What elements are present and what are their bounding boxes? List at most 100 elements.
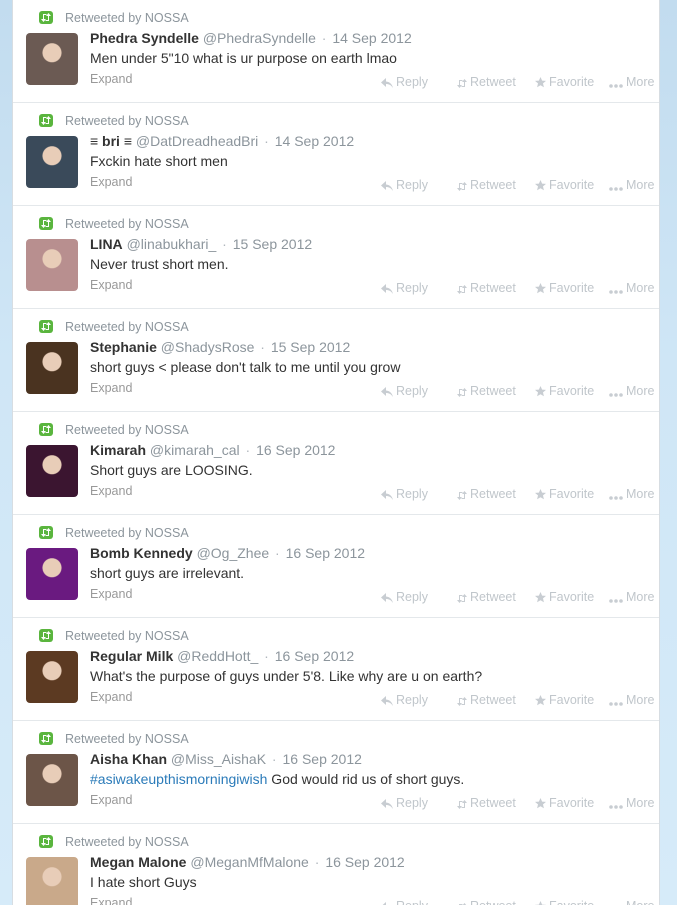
more-button[interactable]: More — [609, 487, 654, 501]
retweet-button[interactable]: Retweet — [457, 590, 516, 604]
favorite-button[interactable]: Favorite — [535, 75, 594, 89]
retweet-button[interactable]: Retweet — [457, 178, 516, 192]
favorite-button[interactable]: Favorite — [534, 899, 594, 905]
user-name[interactable]: Phedra Syndelle — [90, 30, 199, 46]
more-button[interactable]: More — [609, 178, 654, 192]
retweet-button[interactable]: Retweet — [457, 281, 516, 295]
user-handle[interactable]: @MeganMfMalone — [190, 854, 309, 870]
expand-link[interactable]: Expand — [90, 72, 132, 86]
retweet-icon — [39, 629, 53, 642]
retweet-button[interactable]: Retweet — [457, 899, 516, 905]
reply-button[interactable]: Reply — [381, 384, 428, 398]
more-button[interactable]: More — [609, 693, 654, 707]
favorite-button[interactable]: Favorite — [535, 693, 594, 707]
user-handle[interactable]: @ShadysRose — [161, 339, 255, 355]
favorite-button[interactable]: Favorite — [535, 384, 594, 398]
user-handle[interactable]: @PhedraSyndelle — [203, 30, 316, 46]
favorite-button[interactable]: Favorite — [535, 281, 594, 295]
user-name[interactable]: Kimarah — [90, 442, 146, 458]
favorite-button[interactable]: Favorite — [535, 796, 594, 810]
retweet-button[interactable]: Retweet — [457, 693, 516, 707]
expand-link[interactable]: Expand — [90, 690, 132, 704]
tweet[interactable]: Retweeted by NOSSA Bomb Kennedy @Og_Zhee … — [13, 515, 659, 618]
avatar[interactable] — [26, 651, 78, 703]
expand-link[interactable]: Expand — [90, 587, 132, 601]
favorite-button[interactable]: Favorite — [535, 590, 594, 604]
user-handle[interactable]: @DatDreadheadBri — [136, 133, 258, 149]
more-button[interactable]: More — [609, 899, 654, 905]
avatar[interactable] — [26, 445, 78, 497]
user-handle[interactable]: @ReddHott_ — [177, 648, 258, 664]
user-name[interactable]: Bomb Kennedy — [90, 545, 193, 561]
retweet-button[interactable]: Retweet — [457, 75, 516, 89]
reply-button[interactable]: Reply — [381, 693, 428, 707]
tweet-timestamp[interactable]: 16 Sep 2012 — [256, 442, 335, 458]
retweet-button[interactable]: Retweet — [457, 487, 516, 501]
user-handle[interactable]: @Miss_AishaK — [171, 751, 266, 767]
avatar[interactable] — [26, 754, 78, 806]
favorite-button[interactable]: Favorite — [535, 487, 594, 501]
tweet[interactable]: Retweeted by NOSSA Kimarah @kimarah_cal ·… — [13, 412, 659, 515]
avatar[interactable] — [26, 548, 78, 600]
avatar[interactable] — [26, 136, 78, 188]
reply-button[interactable]: Reply — [381, 487, 428, 501]
tweet-timestamp[interactable]: 15 Sep 2012 — [233, 236, 312, 252]
user-handle[interactable]: @Og_Zhee — [197, 545, 270, 561]
retweet-action-label: Retweet — [470, 178, 516, 192]
tweet[interactable]: Retweeted by NOSSA LINA @linabukhari_ · 1… — [13, 206, 659, 309]
avatar[interactable] — [26, 857, 78, 905]
reply-button[interactable]: Reply — [381, 75, 428, 89]
expand-link[interactable]: Expand — [90, 175, 132, 189]
retweet-label: Retweeted by NOSSA — [65, 423, 189, 437]
avatar[interactable] — [26, 33, 78, 85]
hashtag-link[interactable]: #asiwakeupthismorningiwish — [90, 771, 267, 787]
avatar[interactable] — [26, 342, 78, 394]
retweet-label: Retweeted by NOSSA — [65, 114, 189, 128]
user-name[interactable]: Megan Malone — [90, 854, 186, 870]
more-button[interactable]: More — [609, 796, 654, 810]
retweet-action-label: Retweet — [470, 693, 516, 707]
more-button[interactable]: More — [609, 384, 654, 398]
user-name[interactable]: Stephanie — [90, 339, 157, 355]
expand-link[interactable]: Expand — [90, 793, 132, 807]
user-name[interactable]: Regular Milk — [90, 648, 173, 664]
user-name[interactable]: Aisha Khan — [90, 751, 167, 767]
tweet[interactable]: Retweeted by NOSSA ≡ bri ≡ @DatDreadheadB… — [13, 103, 659, 206]
tweet[interactable]: Retweeted by NOSSA Regular Milk @ReddHott… — [13, 618, 659, 721]
tweet-timestamp[interactable]: 14 Sep 2012 — [332, 30, 411, 46]
reply-button[interactable]: Reply — [381, 281, 428, 295]
tweet[interactable]: Retweeted by NOSSA Aisha Khan @Miss_Aisha… — [13, 721, 659, 824]
tweet-timestamp[interactable]: 16 Sep 2012 — [325, 854, 404, 870]
tweet[interactable]: Retweeted by NOSSA Phedra Syndelle @Phedr… — [13, 0, 659, 103]
user-name[interactable]: LINA — [90, 236, 123, 252]
expand-link[interactable]: Expand — [90, 896, 132, 905]
reply-button[interactable]: Reply — [381, 899, 428, 905]
more-button[interactable]: More — [609, 281, 654, 295]
favorite-button[interactable]: Favorite — [535, 178, 594, 192]
retweet-button[interactable]: Retweet — [457, 796, 516, 810]
avatar[interactable] — [26, 239, 78, 291]
retweet-icon — [39, 526, 53, 539]
user-name[interactable]: ≡ bri ≡ — [90, 133, 132, 149]
expand-link[interactable]: Expand — [90, 484, 132, 498]
user-handle[interactable]: @linabukhari_ — [127, 236, 217, 252]
expand-link[interactable]: Expand — [90, 278, 132, 292]
user-handle[interactable]: @kimarah_cal — [150, 442, 240, 458]
more-button[interactable]: More — [609, 590, 654, 604]
tweet-header: Phedra Syndelle @PhedraSyndelle · 14 Sep… — [90, 29, 412, 47]
tweet-timestamp[interactable]: 16 Sep 2012 — [275, 648, 354, 664]
tweet-timestamp[interactable]: 14 Sep 2012 — [275, 133, 354, 149]
more-button[interactable]: More — [609, 75, 654, 89]
tweet-timestamp[interactable]: 16 Sep 2012 — [283, 751, 362, 767]
reply-button[interactable]: Reply — [381, 796, 428, 810]
tweet-text: Never trust short men. — [90, 255, 229, 273]
reply-button[interactable]: Reply — [381, 590, 428, 604]
tweet[interactable]: Retweeted by NOSSA Megan Malone @MeganMfM… — [13, 824, 659, 905]
tweet[interactable]: Retweeted by NOSSA Stephanie @ShadysRose … — [13, 309, 659, 412]
expand-link[interactable]: Expand — [90, 381, 132, 395]
retweet-button[interactable]: Retweet — [457, 384, 516, 398]
tweet-timestamp[interactable]: 15 Sep 2012 — [271, 339, 350, 355]
reply-label: Reply — [396, 384, 428, 398]
reply-button[interactable]: Reply — [381, 178, 428, 192]
tweet-timestamp[interactable]: 16 Sep 2012 — [286, 545, 365, 561]
